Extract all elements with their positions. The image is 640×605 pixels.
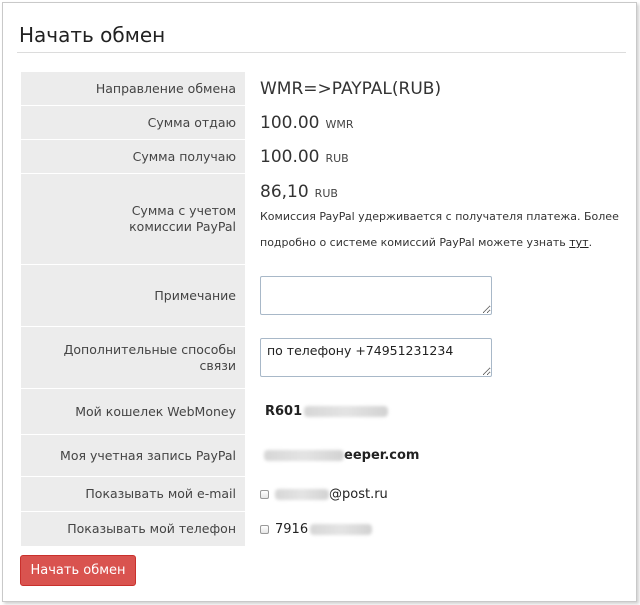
receive-unit: RUB: [325, 151, 349, 165]
commission-note-line2-wrap: подробно о системе комиссий PayPal может…: [260, 230, 621, 256]
direction-label: Направление обмена: [21, 72, 245, 105]
row-show-phone: Показывать мой телефон 7916: [21, 511, 621, 546]
direction-value: WMR=>PAYPAL(RUB): [260, 72, 621, 105]
commission-info-link[interactable]: тут: [569, 236, 588, 249]
give-value: 100.00 WMR: [260, 106, 621, 139]
with-fee-label-text: Сумма с учетом комиссии PayPal: [129, 203, 236, 234]
commission-note-end: .: [588, 236, 593, 249]
start-exchange-button[interactable]: Начать обмен: [20, 555, 136, 586]
receive-label: Сумма получаю: [21, 140, 245, 173]
show-email-label: Показывать мой e-mail: [21, 477, 245, 511]
direction-text: WMR=>PAYPAL(RUB): [260, 78, 442, 99]
exchange-form: Направление обмена WMR=>PAYPAL(RUB) Сумм…: [21, 71, 621, 546]
with-fee-label: Сумма с учетом комиссии PayPal: [21, 174, 245, 264]
comment-label: Примечание: [21, 265, 245, 326]
with-fee-value: 86,10 RUB Комиссия PayPal удерживается с…: [260, 174, 621, 264]
row-with-fee: Сумма с учетом комиссии PayPal 86,10 RUB…: [21, 173, 621, 264]
row-paypal: Моя учетная запись PayPal eeper.com: [21, 434, 621, 476]
row-contacts: Дополнительные способы связи по телефону…: [21, 326, 621, 388]
give-amount: 100.00: [260, 112, 320, 133]
show-email-value: @post.ru: [260, 477, 621, 511]
show-email-checkbox[interactable]: [260, 489, 269, 499]
with-fee-unit: RUB: [314, 187, 338, 200]
page-title: Начать обмен: [19, 23, 166, 47]
wallet-label: Мой кошелек WebMoney: [21, 389, 245, 434]
commission-note-line1: Комиссия PayPal удерживается с получател…: [260, 210, 619, 223]
row-direction: Направление обмена WMR=>PAYPAL(RUB): [21, 71, 621, 105]
show-phone-label: Показывать мой телефон: [21, 512, 245, 546]
commission-note-line2: подробно о системе комиссий PayPal может…: [260, 236, 566, 249]
row-show-email: Показывать мой e-mail @post.ru: [21, 476, 621, 511]
email-redacted: [275, 488, 329, 500]
wallet-redacted: [304, 406, 389, 417]
show-phone-value: 7916: [260, 512, 621, 546]
row-give: Сумма отдаю 100.00 WMR: [21, 105, 621, 139]
paypal-account: eeper.com: [344, 448, 420, 463]
exchange-panel: Начать обмен Направление обмена WMR=>PAY…: [2, 2, 637, 602]
commission-note: Комиссия PayPal удерживается с получател…: [260, 204, 621, 256]
contacts-label-text: Дополнительные способы связи: [63, 341, 236, 373]
comment-value: [260, 265, 621, 326]
header-divider: [17, 52, 626, 53]
show-phone-checkbox[interactable]: [260, 524, 269, 534]
paypal-value: eeper.com: [260, 435, 621, 476]
give-label: Сумма отдаю: [21, 106, 245, 139]
row-wallet: Мой кошелек WebMoney R601: [21, 388, 621, 434]
paypal-redacted: [264, 450, 344, 461]
email-domain: @post.ru: [329, 486, 388, 502]
phone-redacted: [310, 523, 373, 535]
contacts-value: по телефону +74951231234: [260, 327, 621, 388]
row-comment: Примечание: [21, 264, 621, 326]
receive-value: 100.00 RUB: [260, 140, 621, 173]
give-unit: WMR: [325, 117, 354, 131]
paypal-label: Моя учетная запись PayPal: [21, 435, 245, 476]
contacts-label: Дополнительные способы связи: [21, 327, 245, 388]
row-receive: Сумма получаю 100.00 RUB: [21, 139, 621, 173]
receive-amount: 100.00: [260, 146, 320, 167]
wallet-value: R601: [260, 389, 621, 434]
wallet-number: R601: [265, 404, 303, 419]
with-fee-amount: 86,10: [260, 182, 309, 202]
comment-textarea[interactable]: [260, 276, 492, 315]
contacts-textarea[interactable]: по телефону +74951231234: [260, 338, 492, 377]
phone-prefix: 7916: [275, 521, 309, 537]
